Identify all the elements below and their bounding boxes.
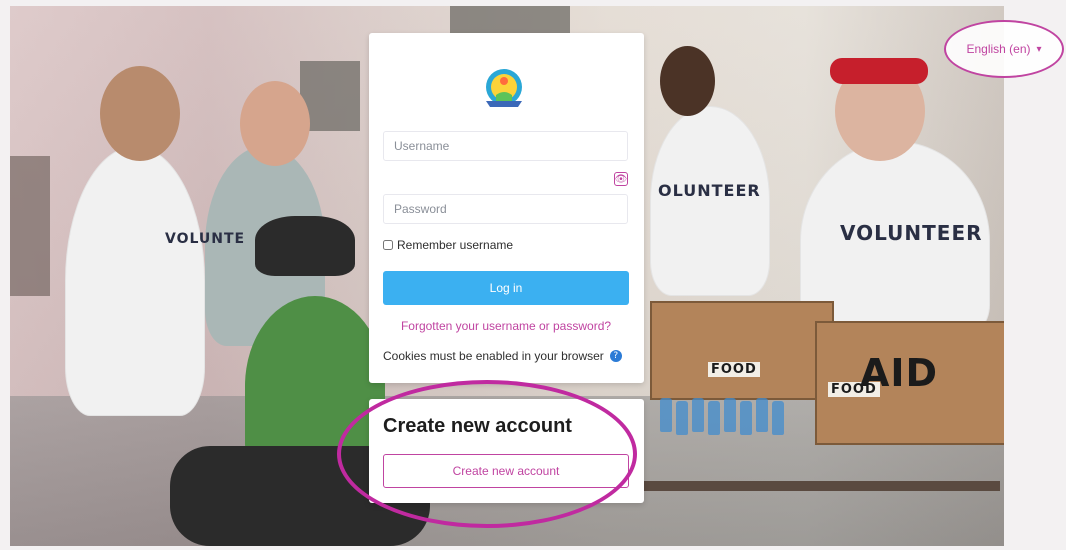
water-bottle (692, 398, 704, 432)
food-box (650, 301, 834, 400)
red-headband (830, 58, 928, 84)
language-selector[interactable]: English (en) ▾ (944, 20, 1064, 78)
login-button[interactable]: Log in (383, 271, 629, 305)
cookies-text: Cookies must be enabled in your browser (383, 349, 604, 363)
site-logo (479, 65, 529, 111)
remember-username[interactable]: Remember username (383, 238, 513, 252)
remember-username-label: Remember username (397, 238, 514, 252)
person-head (660, 46, 715, 116)
username-input[interactable]: Username (383, 131, 628, 161)
password-placeholder: Password (394, 202, 447, 216)
language-label: English (en) (966, 42, 1031, 56)
help-icon[interactable]: ? (609, 350, 622, 362)
highlight-annotation (337, 380, 637, 528)
cookies-notice: Cookies must be enabled in your browser … (383, 349, 629, 363)
water-bottle (724, 398, 736, 432)
water-bottle (772, 401, 784, 435)
person-head (100, 66, 180, 161)
building-window (10, 156, 50, 296)
cap (255, 216, 355, 276)
volunteer-person-left (65, 146, 205, 416)
water-bottle (756, 398, 768, 432)
login-button-label: Log in (489, 281, 523, 295)
volunteer-text-middle: OLUNTEER (658, 181, 761, 200)
person-head (240, 81, 310, 166)
remember-username-checkbox[interactable] (383, 240, 393, 250)
forgot-credentials-link[interactable]: Forgotten your username or password? (383, 319, 629, 333)
volunteer-text-left: VOLUNTE (165, 231, 246, 247)
water-bottle (660, 398, 672, 432)
username-placeholder: Username (394, 139, 450, 153)
aid-label: AID (860, 351, 939, 395)
caret-down-icon: ▾ (1036, 43, 1042, 55)
volunteer-text-right: VOLUNTEER (840, 221, 983, 245)
password-input[interactable]: Password (383, 194, 628, 224)
water-bottle (740, 401, 752, 435)
show-password-icon[interactable]: 👁 (614, 172, 628, 186)
food-label: FOOD (708, 362, 760, 377)
water-bottle (676, 401, 688, 435)
login-card: Username 👁 Password Remember username Lo… (369, 33, 644, 383)
volunteer-person-middle (650, 106, 770, 296)
water-bottle (708, 401, 720, 435)
